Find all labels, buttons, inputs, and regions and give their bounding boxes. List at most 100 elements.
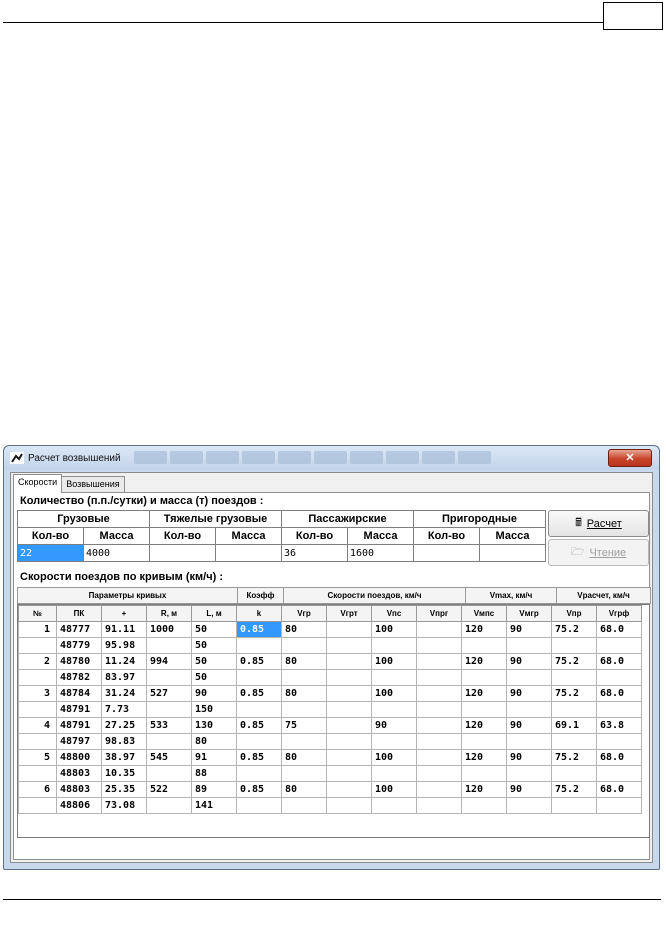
grid-cell[interactable] bbox=[461, 669, 507, 686]
grid-cell[interactable] bbox=[551, 669, 597, 686]
grid-cell[interactable]: 25.35 bbox=[101, 781, 147, 798]
grid-cell[interactable] bbox=[416, 733, 462, 750]
grid-cell[interactable] bbox=[281, 797, 327, 814]
grid-cell[interactable] bbox=[461, 637, 507, 654]
grid-cell[interactable]: 90 bbox=[506, 781, 552, 798]
grid-cell[interactable] bbox=[281, 765, 327, 782]
grid-cell[interactable] bbox=[596, 765, 642, 782]
column-header[interactable]: L, м bbox=[191, 605, 237, 622]
grid-cell[interactable] bbox=[551, 797, 597, 814]
column-header[interactable]: + bbox=[101, 605, 147, 622]
grid-cell[interactable]: 150 bbox=[191, 701, 237, 718]
grid-cell[interactable] bbox=[506, 765, 552, 782]
column-header[interactable]: Vпрг bbox=[416, 605, 462, 622]
grid-cell[interactable] bbox=[506, 733, 552, 750]
grid-cell[interactable] bbox=[326, 669, 372, 686]
grid-cell[interactable]: 27.25 bbox=[101, 717, 147, 734]
grid-cell[interactable]: 68.0 bbox=[596, 621, 642, 638]
grid-cell[interactable]: 50 bbox=[191, 637, 237, 654]
grid-cell[interactable] bbox=[326, 685, 372, 702]
grid-cell[interactable]: 48800 bbox=[56, 749, 102, 766]
grid-cell[interactable] bbox=[281, 637, 327, 654]
table-row[interactable]: 3 48784 31.24 527 90 0.85 80 100 120 90 75.2 68.0 bbox=[18, 685, 642, 702]
grid-cell[interactable] bbox=[236, 797, 282, 814]
grid-cell[interactable] bbox=[326, 701, 372, 718]
grid-cell[interactable] bbox=[236, 733, 282, 750]
grid-cell[interactable]: 994 bbox=[146, 653, 192, 670]
grid-cell[interactable]: 88 bbox=[191, 765, 237, 782]
grid-cell[interactable]: 11.24 bbox=[101, 653, 147, 670]
grid-cell[interactable] bbox=[326, 717, 372, 734]
grid-cell[interactable]: 120 bbox=[461, 717, 507, 734]
grid-cell[interactable]: 0.85 bbox=[236, 621, 282, 638]
grid-cell[interactable]: 48806 bbox=[56, 797, 102, 814]
grid-cell[interactable]: 6 bbox=[18, 781, 57, 798]
grid-cell[interactable]: 50 bbox=[191, 621, 237, 638]
grid-cell[interactable]: 0.85 bbox=[236, 749, 282, 766]
grid-cell[interactable]: 90 bbox=[506, 717, 552, 734]
grid-cell[interactable] bbox=[416, 669, 462, 686]
grid-cell[interactable]: 527 bbox=[146, 685, 192, 702]
column-header[interactable]: Vпр bbox=[551, 605, 597, 622]
grid-cell[interactable] bbox=[416, 701, 462, 718]
grid-cell[interactable]: 75.2 bbox=[551, 781, 597, 798]
table-row[interactable]: 4 48791 27.25 533 130 0.85 75 90 120 90 69.1 63.8 bbox=[18, 717, 642, 734]
heavy-count-input[interactable] bbox=[149, 544, 216, 562]
passenger-mass-input[interactable]: 1600 bbox=[347, 544, 414, 562]
grid-cell[interactable]: 48791 bbox=[56, 701, 102, 718]
column-header[interactable]: Vмпс bbox=[461, 605, 507, 622]
grid-cell[interactable] bbox=[281, 733, 327, 750]
grid-cell[interactable] bbox=[416, 749, 462, 766]
grid-cell[interactable]: 50 bbox=[191, 669, 237, 686]
grid-cell[interactable]: 3 bbox=[18, 685, 57, 702]
grid-cell[interactable]: 73.08 bbox=[101, 797, 147, 814]
grid-cell[interactable] bbox=[146, 765, 192, 782]
grid-cell[interactable] bbox=[416, 621, 462, 638]
grid-cell[interactable] bbox=[326, 749, 372, 766]
grid-cell[interactable] bbox=[146, 733, 192, 750]
grid-cell[interactable]: 0.85 bbox=[236, 781, 282, 798]
grid-cell[interactable] bbox=[416, 637, 462, 654]
grid-cell[interactable] bbox=[18, 765, 57, 782]
grid-cell[interactable]: 90 bbox=[506, 653, 552, 670]
grid-cell[interactable]: 75.2 bbox=[551, 749, 597, 766]
grid-cell[interactable] bbox=[18, 701, 57, 718]
grid-cell[interactable] bbox=[371, 637, 417, 654]
grid-cell[interactable]: 80 bbox=[191, 733, 237, 750]
grid-cell[interactable]: 10.35 bbox=[101, 765, 147, 782]
grid-cell[interactable]: 48797 bbox=[56, 733, 102, 750]
grid-cell[interactable]: 75 bbox=[281, 717, 327, 734]
grid-cell[interactable]: 31.24 bbox=[101, 685, 147, 702]
grid-cell[interactable]: 100 bbox=[371, 685, 417, 702]
grid-cell[interactable] bbox=[326, 733, 372, 750]
grid-cell[interactable] bbox=[416, 797, 462, 814]
grid-cell[interactable] bbox=[236, 765, 282, 782]
grid-cell[interactable]: 533 bbox=[146, 717, 192, 734]
grid-cell[interactable]: 75.2 bbox=[551, 621, 597, 638]
grid-cell[interactable] bbox=[326, 797, 372, 814]
grid-cell[interactable] bbox=[326, 781, 372, 798]
grid-cell[interactable] bbox=[416, 685, 462, 702]
grid-cell[interactable]: 48784 bbox=[56, 685, 102, 702]
grid-cell[interactable]: 90 bbox=[506, 749, 552, 766]
grid-cell[interactable] bbox=[236, 701, 282, 718]
grid-cell[interactable]: 90 bbox=[506, 621, 552, 638]
grid-cell[interactable] bbox=[371, 765, 417, 782]
grid-cell[interactable] bbox=[506, 637, 552, 654]
grid-cell[interactable]: 48780 bbox=[56, 653, 102, 670]
table-row[interactable]: 48782 83.97 50 bbox=[18, 669, 642, 686]
grid-cell[interactable]: 120 bbox=[461, 653, 507, 670]
grid-cell[interactable]: 100 bbox=[371, 749, 417, 766]
grid-cell[interactable]: 48791 bbox=[56, 717, 102, 734]
grid-cell[interactable]: 68.0 bbox=[596, 685, 642, 702]
read-button[interactable]: 🗁 Чтение bbox=[548, 539, 649, 566]
grid-cell[interactable]: 90 bbox=[191, 685, 237, 702]
grid-cell[interactable] bbox=[326, 765, 372, 782]
suburban-count-input[interactable] bbox=[413, 544, 480, 562]
grid-cell[interactable]: 0.85 bbox=[236, 685, 282, 702]
suburban-mass-input[interactable] bbox=[479, 544, 546, 562]
grid-cell[interactable] bbox=[596, 669, 642, 686]
grid-cell[interactable]: 75.2 bbox=[551, 653, 597, 670]
grid-cell[interactable]: 545 bbox=[146, 749, 192, 766]
calculate-button[interactable]: 🖩 Расчет bbox=[548, 510, 649, 537]
